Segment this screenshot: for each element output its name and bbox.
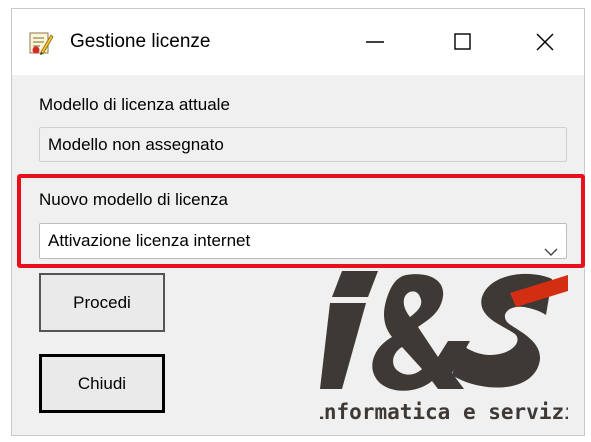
window-title: Gestione licenze [70,31,211,52]
new-license-select[interactable]: Attivazione licenza internet [39,223,567,259]
minimize-icon[interactable] [352,23,398,61]
license-dialog: Gestione licenze Modello di licenza attu… [11,8,585,436]
current-license-field: Modello non assegnato [39,127,567,162]
current-license-label: Modello di licenza attuale [39,95,230,114]
logo-tagline: informatica e servizi [320,400,568,424]
title-bar: Gestione licenze [12,9,584,75]
proceed-button[interactable]: Procedi [39,273,165,332]
close-icon[interactable] [522,23,568,61]
new-license-label: Nuovo modello di licenza [39,190,228,209]
company-logo: informatica e servizi [311,271,577,425]
maximize-icon[interactable] [440,23,486,61]
license-edit-icon [28,30,54,56]
new-license-selected-value: Attivazione licenza internet [48,231,251,250]
close-button[interactable]: Chiudi [39,354,165,413]
chevron-down-icon[interactable] [544,235,558,256]
